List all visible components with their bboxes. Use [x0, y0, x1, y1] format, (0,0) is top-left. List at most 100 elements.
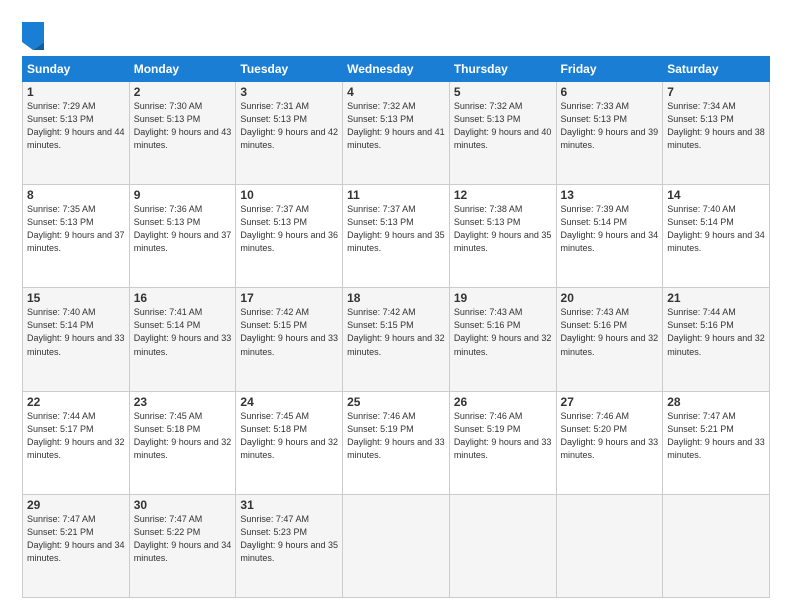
- day-number: 2: [134, 85, 232, 99]
- day-number: 31: [240, 498, 338, 512]
- day-number: 14: [667, 188, 765, 202]
- calendar-week-row: 1Sunrise: 7:29 AMSunset: 5:13 PMDaylight…: [23, 82, 770, 185]
- header: [22, 18, 770, 50]
- calendar-day-cell: 14Sunrise: 7:40 AMSunset: 5:14 PMDayligh…: [663, 185, 770, 288]
- calendar-day-cell: 30Sunrise: 7:47 AMSunset: 5:22 PMDayligh…: [129, 494, 236, 597]
- day-info: Sunrise: 7:46 AMSunset: 5:19 PMDaylight:…: [454, 410, 552, 462]
- calendar-day-cell: 3Sunrise: 7:31 AMSunset: 5:13 PMDaylight…: [236, 82, 343, 185]
- day-number: 9: [134, 188, 232, 202]
- day-number: 19: [454, 291, 552, 305]
- calendar-day-cell: 17Sunrise: 7:42 AMSunset: 5:15 PMDayligh…: [236, 288, 343, 391]
- calendar-day-cell: [556, 494, 663, 597]
- day-number: 23: [134, 395, 232, 409]
- day-info: Sunrise: 7:40 AMSunset: 5:14 PMDaylight:…: [667, 203, 765, 255]
- calendar-day-cell: 4Sunrise: 7:32 AMSunset: 5:13 PMDaylight…: [343, 82, 450, 185]
- day-number: 15: [27, 291, 125, 305]
- day-number: 30: [134, 498, 232, 512]
- day-info: Sunrise: 7:30 AMSunset: 5:13 PMDaylight:…: [134, 100, 232, 152]
- day-info: Sunrise: 7:40 AMSunset: 5:14 PMDaylight:…: [27, 306, 125, 358]
- day-info: Sunrise: 7:37 AMSunset: 5:13 PMDaylight:…: [347, 203, 445, 255]
- day-header-tuesday: Tuesday: [236, 57, 343, 82]
- day-number: 11: [347, 188, 445, 202]
- day-number: 13: [561, 188, 659, 202]
- day-info: Sunrise: 7:47 AMSunset: 5:22 PMDaylight:…: [134, 513, 232, 565]
- day-number: 24: [240, 395, 338, 409]
- day-number: 21: [667, 291, 765, 305]
- calendar-day-cell: 21Sunrise: 7:44 AMSunset: 5:16 PMDayligh…: [663, 288, 770, 391]
- calendar-day-cell: 6Sunrise: 7:33 AMSunset: 5:13 PMDaylight…: [556, 82, 663, 185]
- day-info: Sunrise: 7:37 AMSunset: 5:13 PMDaylight:…: [240, 203, 338, 255]
- day-info: Sunrise: 7:46 AMSunset: 5:19 PMDaylight:…: [347, 410, 445, 462]
- calendar-week-row: 29Sunrise: 7:47 AMSunset: 5:21 PMDayligh…: [23, 494, 770, 597]
- day-number: 12: [454, 188, 552, 202]
- calendar-day-cell: [663, 494, 770, 597]
- calendar-week-row: 15Sunrise: 7:40 AMSunset: 5:14 PMDayligh…: [23, 288, 770, 391]
- day-info: Sunrise: 7:41 AMSunset: 5:14 PMDaylight:…: [134, 306, 232, 358]
- calendar-day-cell: 23Sunrise: 7:45 AMSunset: 5:18 PMDayligh…: [129, 391, 236, 494]
- calendar-day-cell: 20Sunrise: 7:43 AMSunset: 5:16 PMDayligh…: [556, 288, 663, 391]
- calendar-day-cell: [343, 494, 450, 597]
- calendar-week-row: 8Sunrise: 7:35 AMSunset: 5:13 PMDaylight…: [23, 185, 770, 288]
- day-header-wednesday: Wednesday: [343, 57, 450, 82]
- calendar-day-cell: 29Sunrise: 7:47 AMSunset: 5:21 PMDayligh…: [23, 494, 130, 597]
- day-info: Sunrise: 7:47 AMSunset: 5:21 PMDaylight:…: [667, 410, 765, 462]
- calendar-day-cell: 7Sunrise: 7:34 AMSunset: 5:13 PMDaylight…: [663, 82, 770, 185]
- calendar-day-cell: 25Sunrise: 7:46 AMSunset: 5:19 PMDayligh…: [343, 391, 450, 494]
- calendar-day-cell: 13Sunrise: 7:39 AMSunset: 5:14 PMDayligh…: [556, 185, 663, 288]
- day-info: Sunrise: 7:43 AMSunset: 5:16 PMDaylight:…: [561, 306, 659, 358]
- calendar-day-cell: 28Sunrise: 7:47 AMSunset: 5:21 PMDayligh…: [663, 391, 770, 494]
- day-header-saturday: Saturday: [663, 57, 770, 82]
- day-info: Sunrise: 7:33 AMSunset: 5:13 PMDaylight:…: [561, 100, 659, 152]
- day-header-friday: Friday: [556, 57, 663, 82]
- day-number: 25: [347, 395, 445, 409]
- day-info: Sunrise: 7:32 AMSunset: 5:13 PMDaylight:…: [454, 100, 552, 152]
- day-info: Sunrise: 7:38 AMSunset: 5:13 PMDaylight:…: [454, 203, 552, 255]
- day-header-thursday: Thursday: [449, 57, 556, 82]
- day-number: 22: [27, 395, 125, 409]
- day-number: 17: [240, 291, 338, 305]
- day-number: 10: [240, 188, 338, 202]
- calendar-day-cell: 26Sunrise: 7:46 AMSunset: 5:19 PMDayligh…: [449, 391, 556, 494]
- day-info: Sunrise: 7:31 AMSunset: 5:13 PMDaylight:…: [240, 100, 338, 152]
- day-info: Sunrise: 7:43 AMSunset: 5:16 PMDaylight:…: [454, 306, 552, 358]
- day-number: 28: [667, 395, 765, 409]
- day-info: Sunrise: 7:44 AMSunset: 5:16 PMDaylight:…: [667, 306, 765, 358]
- day-number: 18: [347, 291, 445, 305]
- day-number: 7: [667, 85, 765, 99]
- day-info: Sunrise: 7:46 AMSunset: 5:20 PMDaylight:…: [561, 410, 659, 462]
- logo-icon: [22, 22, 44, 50]
- day-info: Sunrise: 7:45 AMSunset: 5:18 PMDaylight:…: [134, 410, 232, 462]
- day-number: 16: [134, 291, 232, 305]
- day-number: 29: [27, 498, 125, 512]
- day-info: Sunrise: 7:35 AMSunset: 5:13 PMDaylight:…: [27, 203, 125, 255]
- day-number: 27: [561, 395, 659, 409]
- day-info: Sunrise: 7:39 AMSunset: 5:14 PMDaylight:…: [561, 203, 659, 255]
- day-info: Sunrise: 7:32 AMSunset: 5:13 PMDaylight:…: [347, 100, 445, 152]
- page: SundayMondayTuesdayWednesdayThursdayFrid…: [0, 0, 792, 612]
- day-number: 4: [347, 85, 445, 99]
- day-info: Sunrise: 7:29 AMSunset: 5:13 PMDaylight:…: [27, 100, 125, 152]
- day-info: Sunrise: 7:47 AMSunset: 5:23 PMDaylight:…: [240, 513, 338, 565]
- day-number: 26: [454, 395, 552, 409]
- calendar-day-cell: 19Sunrise: 7:43 AMSunset: 5:16 PMDayligh…: [449, 288, 556, 391]
- calendar-day-cell: 2Sunrise: 7:30 AMSunset: 5:13 PMDaylight…: [129, 82, 236, 185]
- calendar-day-cell: 24Sunrise: 7:45 AMSunset: 5:18 PMDayligh…: [236, 391, 343, 494]
- calendar-day-cell: 18Sunrise: 7:42 AMSunset: 5:15 PMDayligh…: [343, 288, 450, 391]
- day-info: Sunrise: 7:36 AMSunset: 5:13 PMDaylight:…: [134, 203, 232, 255]
- day-info: Sunrise: 7:47 AMSunset: 5:21 PMDaylight:…: [27, 513, 125, 565]
- calendar-day-cell: 9Sunrise: 7:36 AMSunset: 5:13 PMDaylight…: [129, 185, 236, 288]
- calendar-day-cell: [449, 494, 556, 597]
- day-number: 5: [454, 85, 552, 99]
- day-header-sunday: Sunday: [23, 57, 130, 82]
- calendar-day-cell: 31Sunrise: 7:47 AMSunset: 5:23 PMDayligh…: [236, 494, 343, 597]
- calendar-table: SundayMondayTuesdayWednesdayThursdayFrid…: [22, 56, 770, 598]
- calendar-day-cell: 22Sunrise: 7:44 AMSunset: 5:17 PMDayligh…: [23, 391, 130, 494]
- day-info: Sunrise: 7:44 AMSunset: 5:17 PMDaylight:…: [27, 410, 125, 462]
- calendar-day-cell: 1Sunrise: 7:29 AMSunset: 5:13 PMDaylight…: [23, 82, 130, 185]
- day-number: 3: [240, 85, 338, 99]
- day-header-monday: Monday: [129, 57, 236, 82]
- day-info: Sunrise: 7:42 AMSunset: 5:15 PMDaylight:…: [240, 306, 338, 358]
- calendar-day-cell: 15Sunrise: 7:40 AMSunset: 5:14 PMDayligh…: [23, 288, 130, 391]
- calendar-day-cell: 12Sunrise: 7:38 AMSunset: 5:13 PMDayligh…: [449, 185, 556, 288]
- logo: [22, 22, 47, 50]
